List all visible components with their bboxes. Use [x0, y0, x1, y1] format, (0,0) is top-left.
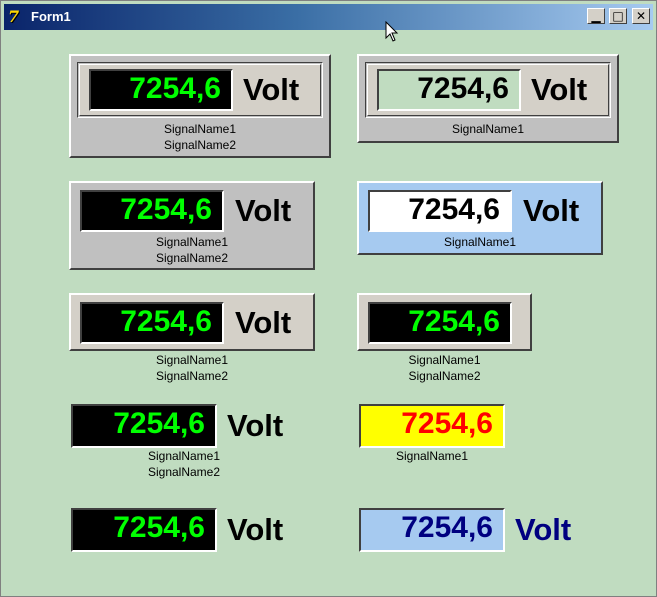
- meter-1[interactable]: 7254,6 Volt SignalName1 SignalName2: [69, 54, 331, 158]
- meter-3-signal1: SignalName1: [155, 235, 229, 249]
- meter-6-signal2: SignalName2: [408, 369, 481, 383]
- meter-10-unit: Volt: [515, 512, 572, 547]
- meter-4[interactable]: 7254,6 Volt SignalName1: [357, 181, 603, 255]
- maximize-icon: □: [612, 9, 624, 23]
- meter-6-signal1: SignalName1: [408, 353, 481, 367]
- meter-3-value: 7254,6: [80, 190, 224, 232]
- meter-7-signal1: SignalName1: [147, 449, 221, 463]
- meter-2-unit: Volt: [531, 72, 588, 107]
- meter-8-value[interactable]: 7254,6: [359, 404, 505, 448]
- meter-5-signal1: SignalName1: [155, 353, 229, 367]
- meter-1-value: 7254,6: [89, 69, 233, 111]
- close-icon: ✕: [635, 9, 647, 23]
- meter-1-unit: Volt: [243, 72, 300, 107]
- meter-10-value[interactable]: 7254,6: [359, 508, 505, 552]
- main-window: 7 Form1 ▁ □ ✕ 7254,6 Volt SignalName1 Si…: [0, 0, 657, 597]
- meter-6-value: 7254,6: [368, 302, 512, 344]
- minimize-button[interactable]: ▁: [587, 8, 605, 24]
- title-bar[interactable]: 7 Form1 ▁ □ ✕: [4, 4, 653, 30]
- window-title: Form1: [31, 9, 71, 24]
- meter-6[interactable]: 7254,6: [357, 293, 532, 351]
- meter-3-signal2: SignalName2: [155, 251, 229, 265]
- mouse-cursor-icon: [385, 21, 399, 42]
- minimize-icon: ▁: [591, 9, 601, 23]
- meter-1-signal2: SignalName2: [163, 138, 237, 152]
- meter-5-value: 7254,6: [80, 302, 224, 344]
- meter-5[interactable]: 7254,6 Volt: [69, 293, 315, 351]
- meter-4-unit: Volt: [523, 193, 580, 228]
- app-icon[interactable]: 7: [8, 7, 28, 27]
- meter-2-signal1: SignalName1: [451, 122, 525, 136]
- meter-3-unit: Volt: [235, 193, 292, 228]
- meter-9-unit: Volt: [227, 512, 284, 547]
- meter-5-signal2: SignalName2: [155, 369, 229, 383]
- meter-1-signal1: SignalName1: [163, 122, 237, 136]
- meter-5-unit: Volt: [235, 305, 292, 340]
- meter-4-value: 7254,6: [368, 190, 512, 232]
- meter-8-signal1: SignalName1: [395, 449, 469, 463]
- close-button[interactable]: ✕: [632, 8, 650, 24]
- meter-4-signal1: SignalName1: [443, 235, 517, 249]
- meter-2-value: 7254,6: [377, 69, 521, 111]
- meter-2[interactable]: 7254,6 Volt SignalName1: [357, 54, 619, 143]
- meter-7-value[interactable]: 7254,6: [71, 404, 217, 448]
- meter-7-signal2: SignalName2: [147, 465, 221, 479]
- meter-9-value[interactable]: 7254,6: [71, 508, 217, 552]
- maximize-button[interactable]: □: [609, 8, 627, 24]
- meter-3[interactable]: 7254,6 Volt SignalName1 SignalName2: [69, 181, 315, 270]
- meter-7-unit: Volt: [227, 408, 284, 443]
